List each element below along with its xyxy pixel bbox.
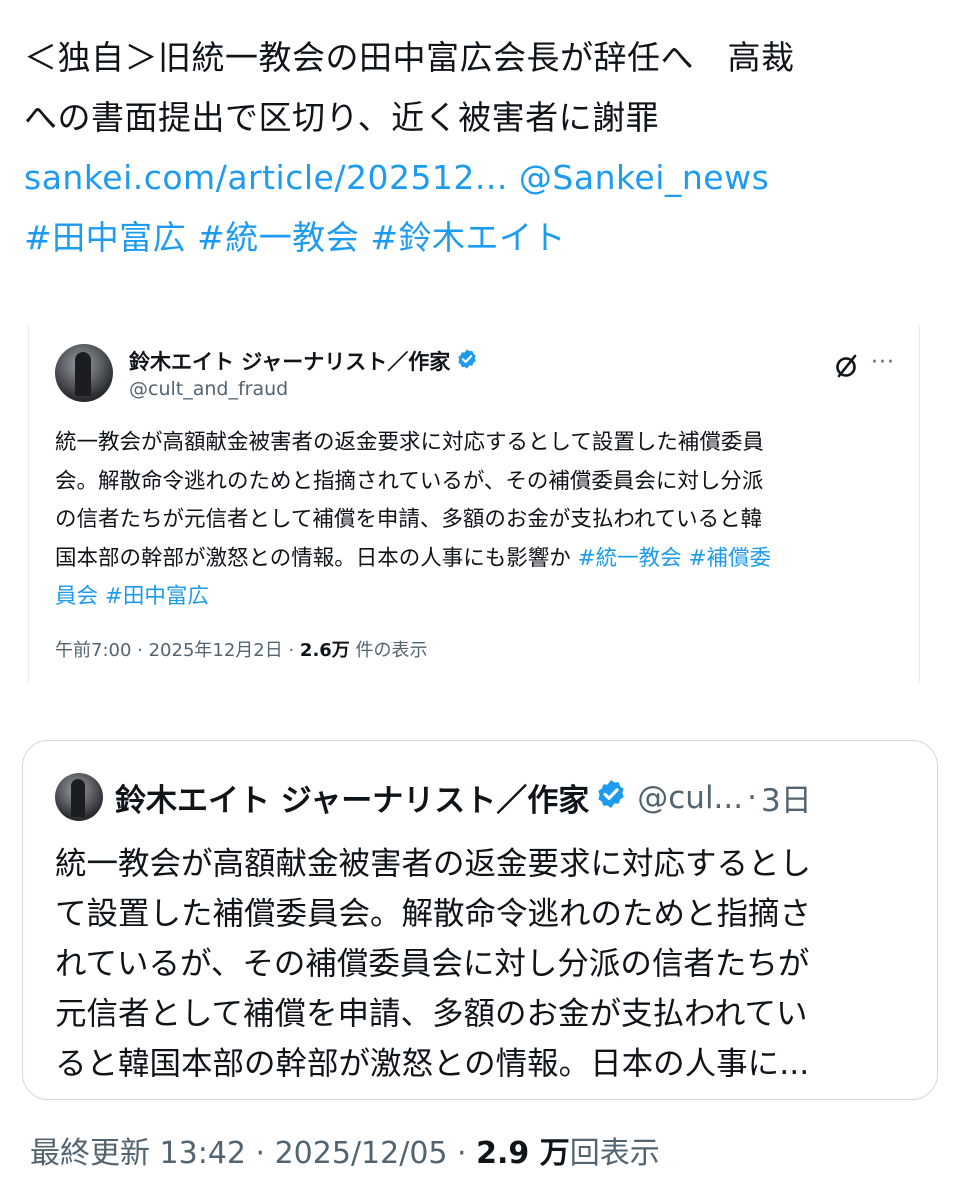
- post-footer-meta: 最終更新 13:42 · 2025/12/05 · 2.9 万回表示: [30, 1128, 660, 1172]
- author-handle[interactable]: @cul...: [637, 780, 743, 816]
- hashtag-link-continued[interactable]: 員会: [55, 584, 98, 609]
- embedded-post-meta: 午前7:00 · 2025年12月2日 · 2.6万 件の表示: [55, 636, 428, 662]
- post-line: 統一教会が高額献金被害者の返金要求に対応するとして設置した補償委員: [55, 430, 764, 455]
- post-time[interactable]: 3日: [761, 775, 812, 820]
- post-line: 国本部の幹部が激怒との情報。日本の人事にも影響か: [55, 545, 578, 571]
- post-line: の信者たちが元信者として補償を申請、多額のお金が支払われていると韓: [55, 507, 763, 532]
- quote-line: ると韓国本部の幹部が激怒との情報。日本の人事に...: [55, 1046, 810, 1082]
- verified-badge-icon: [456, 348, 478, 374]
- tweet-text-line-2: への書面提出で区切り、近く被害者に謝罪: [24, 98, 660, 137]
- quote-line: 統一教会が高額献金被害者の返金要求に対応するとし: [55, 846, 812, 882]
- tweet-hashtags-line: #田中富広 #統一教会 #鈴木エイト: [24, 208, 936, 268]
- hashtag-link[interactable]: #統一教会: [578, 546, 682, 571]
- post-line-with-hashtags: 国本部の幹部が激怒との情報。日本の人事にも影響か #統一教会 #補償委: [55, 540, 895, 579]
- more-options-icon[interactable]: ···: [871, 350, 895, 375]
- embedded-author-row: 鈴木エイト ジャーナリスト／作家: [129, 346, 478, 376]
- author-name[interactable]: 鈴木エイト ジャーナリスト／作家: [129, 346, 450, 376]
- quote-author-row: 鈴木エイト ジャーナリスト／作家 @cul... · 3日: [115, 775, 812, 820]
- view-count: 2.6万: [299, 640, 350, 661]
- post-line-hashtags: 員会 #田中富広: [55, 578, 895, 617]
- quote-line: 元信者として補償を申請、多額のお金が支払われてい: [55, 996, 808, 1032]
- author-name[interactable]: 鈴木エイト ジャーナリスト／作家: [115, 775, 589, 820]
- verified-badge-icon: [595, 778, 627, 818]
- view-count: 2.9 万: [476, 1136, 570, 1171]
- hashtag-link[interactable]: #統一教会: [197, 218, 359, 257]
- view-count-label: 回表示: [569, 1136, 660, 1171]
- avatar[interactable]: [55, 773, 103, 821]
- avatar[interactable]: [55, 344, 113, 402]
- quote-line: て設置した補償委員会。解散命令逃れのためと指摘さ: [55, 896, 812, 932]
- quoted-post-body: 統一教会が高額献金被害者の返金要求に対応するとし て設置した補償委員会。解散命令…: [55, 839, 915, 1089]
- hashtag-link[interactable]: #補償委: [688, 546, 771, 571]
- mention-link[interactable]: @Sankei_news: [519, 158, 769, 197]
- post-timestamp[interactable]: 午前7:00 · 2025年12月2日 ·: [55, 640, 300, 661]
- quote-line: れているが、その補償委員会に対し分派の信者たちが: [55, 946, 810, 982]
- hashtag-link[interactable]: #田中富広: [105, 584, 209, 609]
- hashtag-link[interactable]: #田中富広: [24, 218, 186, 257]
- tweet-text: ＜独自＞旧統一教会の田中富広会長が辞任へ 高裁 への書面提出で区切り、近く被害者…: [24, 28, 936, 268]
- last-updated[interactable]: 最終更新 13:42 · 2025/12/05 ·: [30, 1136, 476, 1171]
- post-line: 会。解散命令逃れのためと指摘されているが、その補償委員会に対し分派: [55, 468, 764, 494]
- article-link[interactable]: sankei.com/article/202512...: [24, 158, 508, 197]
- grok-icon[interactable]: [833, 352, 861, 380]
- tweet-text-line-1: ＜独自＞旧統一教会の田中富広会長が辞任へ 高裁: [24, 38, 795, 77]
- quoted-post-card[interactable]: 鈴木エイト ジャーナリスト／作家 @cul... · 3日 統一教会が高額献金被…: [22, 740, 938, 1100]
- view-count-label: 件の表示: [349, 640, 428, 661]
- embedded-post-body: 統一教会が高額献金被害者の返金要求に対応するとして設置した補償委員 会。解散命令…: [55, 424, 895, 617]
- author-handle[interactable]: @cult_and_fraud: [129, 378, 288, 400]
- tweet-link-line: sankei.com/article/202512... @Sankei_new…: [24, 148, 936, 208]
- embedded-post-screenshot: 鈴木エイト ジャーナリスト／作家 @cult_and_fraud ··· 統一教…: [28, 326, 920, 682]
- separator-dot: ·: [747, 779, 757, 816]
- hashtag-link[interactable]: #鈴木エイト: [370, 218, 566, 257]
